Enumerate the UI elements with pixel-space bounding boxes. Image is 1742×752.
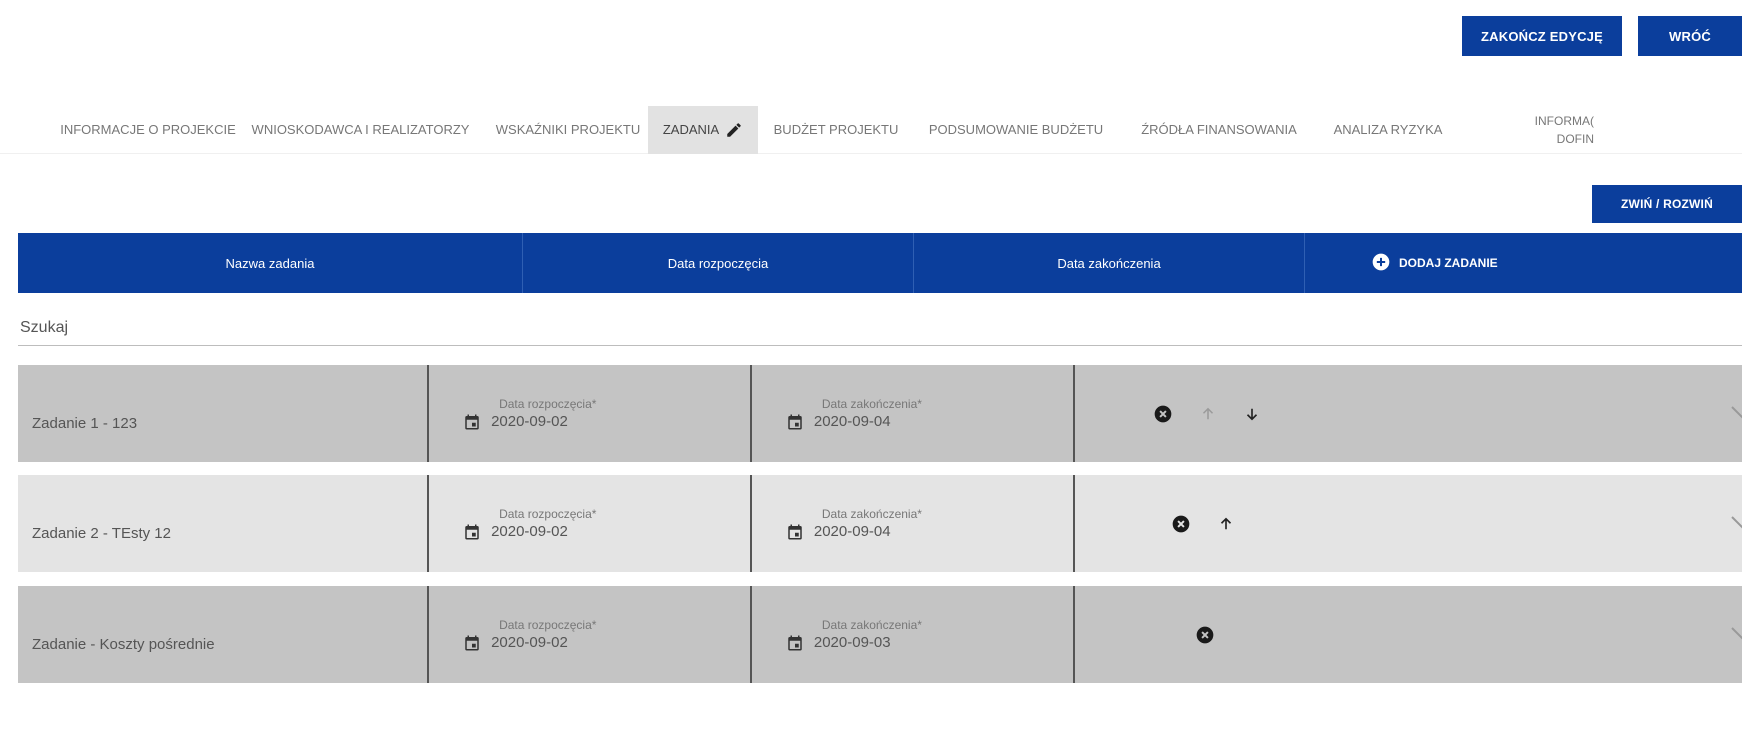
arrow-up-icon — [1199, 405, 1217, 423]
task-name: Zadanie - Koszty pośrednie — [18, 586, 430, 683]
table-header: Nazwa zadania Data rozpoczęcia Data zako… — [18, 233, 1742, 293]
header-end-date: Data zakończenia — [914, 233, 1305, 293]
end-date-cell: Data zakończenia* 2020-09-04 — [752, 475, 1075, 572]
pencil-icon — [725, 121, 743, 139]
delete-icon[interactable] — [1153, 404, 1173, 424]
end-date-field[interactable]: Data zakończenia* 2020-09-04 — [786, 397, 922, 431]
end-date-label: Data zakończenia* — [821, 617, 922, 632]
chevron-down-icon[interactable] — [1730, 405, 1742, 419]
header-task-name: Nazwa zadania — [18, 233, 523, 293]
calendar-icon[interactable] — [463, 523, 481, 541]
row-actions — [1075, 365, 1742, 462]
start-date-field[interactable]: Data rozpoczęcia* 2020-09-02 — [463, 618, 596, 652]
tab-project-info[interactable]: INFORMACJE O PROJEKCIE — [60, 106, 236, 154]
start-date-field[interactable]: Data rozpoczęcia* 2020-09-02 — [463, 507, 596, 541]
tab-bar: INFORMACJE O PROJEKCIE WNIOSKODAWCA I RE… — [0, 105, 1742, 154]
end-date-cell: Data zakończenia* 2020-09-04 — [752, 365, 1075, 462]
row-actions — [1075, 586, 1742, 683]
start-date-cell: Data rozpoczęcia* 2020-09-02 — [429, 475, 752, 572]
tab-tasks-label: ZADANIA — [662, 122, 720, 137]
delete-icon[interactable] — [1171, 514, 1191, 534]
start-date-label: Data rozpoczęcia* — [499, 396, 597, 411]
end-date-label: Data zakończenia* — [821, 396, 922, 411]
end-date-field[interactable]: Data zakończenia* 2020-09-03 — [786, 618, 922, 652]
calendar-icon[interactable] — [463, 634, 481, 652]
tab-budget-summary[interactable]: PODSUMOWANIE BUDŻETU — [914, 106, 1118, 154]
end-date-cell: Data zakończenia* 2020-09-03 — [752, 586, 1075, 683]
end-date-label: Data zakończenia* — [821, 506, 922, 521]
start-date-field[interactable]: Data rozpoczęcia* 2020-09-02 — [463, 397, 596, 431]
calendar-icon[interactable] — [786, 413, 804, 431]
end-date-value: 2020-09-04 — [813, 523, 891, 540]
back-button[interactable]: WRÓĆ — [1638, 16, 1742, 56]
search-input[interactable] — [18, 310, 1742, 345]
tab-additional-info[interactable]: INFORMA( DOFIN — [1456, 106, 1594, 154]
search-bar — [18, 310, 1742, 346]
end-date-value: 2020-09-03 — [813, 634, 891, 651]
tab-additional-info-line2: DOFIN — [1556, 131, 1594, 146]
table-row: Zadanie - Koszty pośrednie Data rozpoczę… — [18, 586, 1742, 683]
chevron-down-icon[interactable] — [1730, 626, 1742, 640]
calendar-icon[interactable] — [786, 634, 804, 652]
plus-circle-icon — [1371, 252, 1391, 275]
start-date-value: 2020-09-02 — [491, 413, 568, 430]
start-date-label: Data rozpoczęcia* — [499, 506, 597, 521]
table-row: Zadanie 1 - 123 Data rozpoczęcia* 2020-0… — [18, 365, 1742, 462]
add-task-label: DODAJ ZADANIE — [1399, 256, 1498, 270]
start-date-label: Data rozpoczęcia* — [499, 617, 597, 632]
chevron-down-icon[interactable] — [1730, 515, 1742, 529]
start-date-cell: Data rozpoczęcia* 2020-09-02 — [429, 365, 752, 462]
top-actions: ZAKOŃCZ EDYCJĘ WRÓĆ — [1462, 16, 1742, 56]
end-date-value: 2020-09-04 — [813, 413, 891, 430]
finish-editing-button[interactable]: ZAKOŃCZ EDYCJĘ — [1462, 16, 1622, 56]
header-actions: DODAJ ZADANIE — [1305, 233, 1742, 293]
collapse-expand-button[interactable]: ZWIŃ / ROZWIŃ — [1592, 185, 1742, 223]
tab-additional-info-line1: INFORMA( — [1534, 113, 1594, 128]
start-date-value: 2020-09-02 — [491, 523, 568, 540]
page: ZAKOŃCZ EDYCJĘ WRÓĆ INFORMACJE O PROJEKC… — [0, 0, 1742, 752]
task-name: Zadanie 1 - 123 — [18, 365, 430, 462]
task-name: Zadanie 2 - TEsty 12 — [18, 475, 430, 572]
tab-tasks[interactable]: ZADANIA — [648, 105, 758, 154]
table-row: Zadanie 2 - TEsty 12 Data rozpoczęcia* 2… — [18, 475, 1742, 572]
start-date-value: 2020-09-02 — [491, 634, 568, 651]
tab-applicant[interactable]: WNIOSKODAWCA I REALIZATORZY — [233, 106, 488, 154]
arrow-down-icon[interactable] — [1243, 405, 1261, 423]
calendar-icon[interactable] — [786, 523, 804, 541]
start-date-cell: Data rozpoczęcia* 2020-09-02 — [429, 586, 752, 683]
calendar-icon[interactable] — [463, 413, 481, 431]
delete-icon[interactable] — [1195, 625, 1215, 645]
tab-budget[interactable]: BUDŻET PROJEKTU — [758, 106, 914, 154]
header-start-date: Data rozpoczęcia — [523, 233, 914, 293]
tab-indicators[interactable]: WSKAŹNIKI PROJEKTU — [488, 106, 648, 154]
arrow-up-icon[interactable] — [1217, 515, 1235, 533]
tab-funding-sources[interactable]: ŹRÓDŁA FINANSOWANIA — [1118, 106, 1320, 154]
row-actions — [1075, 475, 1742, 572]
add-task-button[interactable]: DODAJ ZADANIE — [1371, 252, 1498, 275]
tab-risk-analysis[interactable]: ANALIZA RYZYKA — [1320, 106, 1456, 154]
end-date-field[interactable]: Data zakończenia* 2020-09-04 — [786, 507, 922, 541]
